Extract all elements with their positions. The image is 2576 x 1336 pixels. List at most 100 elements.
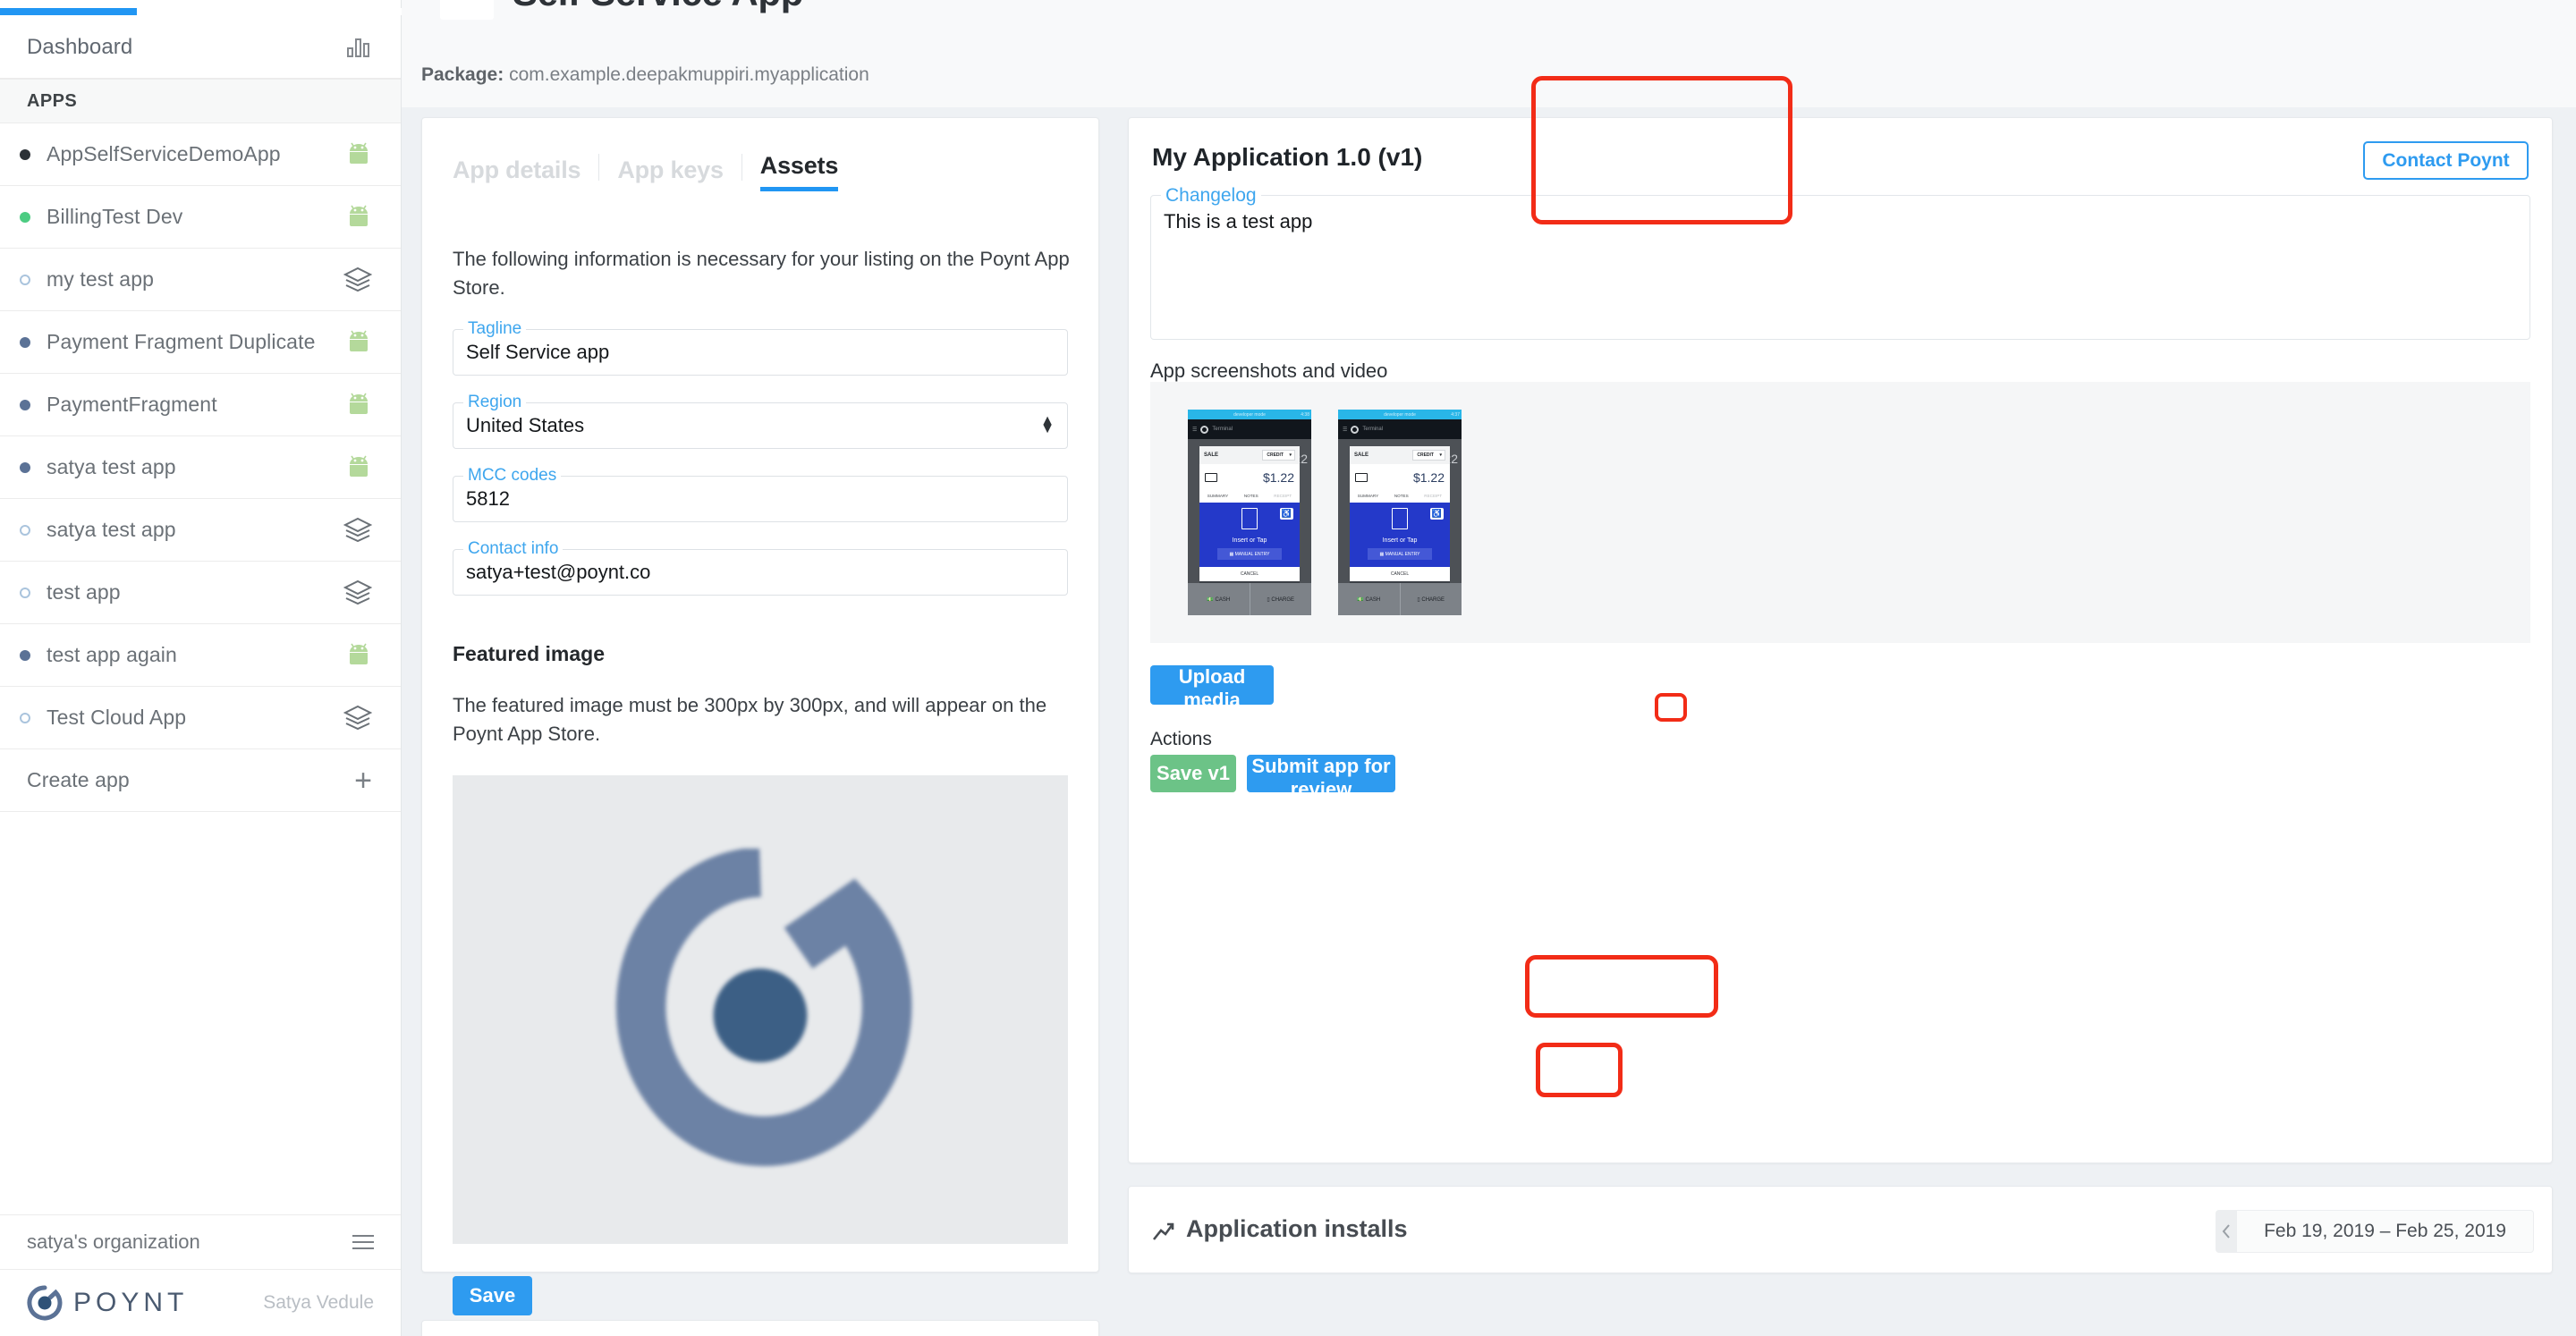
sidebar-app-label: my test app xyxy=(47,267,154,291)
phone-status-bar: developer mode 4:37 xyxy=(1338,410,1462,419)
app-screenshot-thumbnail[interactable]: developer mode 4:37 ☰ Terminal 22 SALE CREDIT ▾… xyxy=(1338,410,1462,615)
tab-divider xyxy=(598,154,600,181)
contact-info-field[interactable]: Contact info satya+test@poynt.co xyxy=(453,538,1068,596)
tagline-field[interactable]: Tagline Self Service app xyxy=(453,318,1068,376)
brand-footer: POYNT Satya Vedule xyxy=(0,1270,401,1336)
app-status-dot xyxy=(20,587,30,598)
android-icon xyxy=(345,643,372,668)
accessibility-icon[interactable]: ♿ xyxy=(1430,508,1444,520)
region-value: United States xyxy=(466,413,585,436)
featured-image-preview[interactable] xyxy=(453,774,1068,1244)
submit-app-for-review-button[interactable]: Submit app for review xyxy=(1247,755,1395,800)
application-installs-header: Application installs xyxy=(1152,1215,1408,1243)
card-outline-icon xyxy=(1392,508,1408,529)
save-button[interactable]: Save xyxy=(453,1275,532,1315)
layers-icon xyxy=(343,705,373,731)
sidebar-app-item[interactable]: BillingTest Dev xyxy=(0,186,401,249)
app-status-dot xyxy=(20,399,30,410)
phone-payment-sheet: SALE CREDIT ▾ $1.22 SUMMARY NOTES RECEIPT Inser… xyxy=(1199,446,1300,589)
phone-cancel: CANCEL xyxy=(1240,571,1259,577)
chevron-left-icon[interactable] xyxy=(2216,1210,2238,1253)
organization-name: satya's organization xyxy=(27,1230,200,1253)
tab-app-keys[interactable]: App keys xyxy=(617,156,724,191)
sidebar-app-list: AppSelfServiceDemoApp BillingTest Dev my t… xyxy=(0,123,401,749)
tab-app-details[interactable]: App details xyxy=(453,156,581,191)
changelog-field[interactable]: Changelog This is a test app xyxy=(1150,185,2530,340)
android-icon xyxy=(345,455,372,480)
sidebar-app-item[interactable]: test app xyxy=(0,562,401,624)
changelog-label: Changelog xyxy=(1161,185,1261,207)
actions-label: Actions xyxy=(1150,729,1212,749)
sidebar-app-item[interactable]: AppSelfServiceDemoApp xyxy=(0,123,401,186)
sidebar-app-label: test app again xyxy=(47,643,177,666)
contact-info-label: Contact info xyxy=(463,538,564,559)
sidebar-item-dashboard[interactable]: Dashboard xyxy=(0,16,401,79)
date-range-value[interactable]: Feb 19, 2019 – Feb 25, 2019 xyxy=(2237,1210,2534,1253)
layers-icon xyxy=(343,266,373,293)
sidebar-app-item[interactable]: my test app xyxy=(0,249,401,311)
sidebar-app-item[interactable]: satya test app xyxy=(0,436,401,499)
contact-poynt-button[interactable]: Contact Poynt xyxy=(2363,141,2529,180)
package-value: com.example.deepakmuppiri.myapplication xyxy=(509,64,869,85)
poynt-logo-image xyxy=(608,846,912,1171)
sidebar-app-label: PaymentFragment xyxy=(47,393,217,416)
page-progress-fill xyxy=(0,8,137,15)
sidebar-create-app-label: Create app xyxy=(27,768,130,791)
region-select[interactable]: United States ▲ ▼ xyxy=(453,402,1068,449)
phone-payment-sheet: SALE CREDIT ▾ $1.22 SUMMARY NOTES RECEIPT Inser… xyxy=(1350,446,1450,589)
sidebar-create-app[interactable]: Create app + xyxy=(0,749,401,812)
package-label: Package: xyxy=(421,64,504,85)
sidebar-app-item[interactable]: Payment Fragment Duplicate xyxy=(0,311,401,374)
phone-cancel: CANCEL xyxy=(1390,571,1410,577)
mcc-codes-field[interactable]: MCC codes 5812 xyxy=(453,465,1068,522)
assets-tabs: App details App keys Assets xyxy=(422,118,1098,191)
featured-image-heading: Featured image xyxy=(453,641,605,665)
phone-insert-panel: Insert or Tap ▦ MANUAL ENTRY ♿ xyxy=(1199,503,1300,567)
assets-intro-text: The following information is necessary f… xyxy=(453,248,1070,299)
upload-media-button[interactable]: Upload media xyxy=(1150,665,1274,711)
phone-sheet-header: SALE CREDIT ▾ xyxy=(1350,446,1450,464)
date-range-picker[interactable]: Feb 19, 2019 – Feb 25, 2019 xyxy=(2216,1210,2534,1253)
assets-card: App details App keys Assets The followin… xyxy=(421,117,1099,1315)
application-installs-card: Application installs Feb 19, 2019 – Feb … xyxy=(1128,1186,2553,1273)
sidebar-app-item[interactable]: test app again xyxy=(0,624,401,687)
phone-sheet-tabs: SUMMARY NOTES RECEIPT xyxy=(1207,494,1292,498)
accessibility-icon[interactable]: ♿ xyxy=(1280,508,1293,520)
phone-sheet-tabs: SUMMARY NOTES RECEIPT xyxy=(1357,494,1443,498)
layers-icon xyxy=(343,579,373,606)
card-outline-icon xyxy=(1241,508,1258,529)
app-status-dot xyxy=(20,274,30,285)
sidebar-app-item[interactable]: Test Cloud App xyxy=(0,687,401,749)
tab-assets[interactable]: Assets xyxy=(759,152,838,191)
save-v1-button[interactable]: Save v1 xyxy=(1150,755,1236,792)
phone-sheet-header: SALE CREDIT ▾ xyxy=(1199,446,1300,464)
sidebar-app-label: Test Cloud App xyxy=(47,706,187,729)
phone-status-bar: developer mode 4:38 xyxy=(1188,410,1311,419)
app-status-dot xyxy=(20,148,30,160)
sidebar-app-item[interactable]: PaymentFragment xyxy=(0,374,401,436)
sidebar-item-label: Dashboard xyxy=(27,34,133,59)
phone-app-bar: ☰ Terminal xyxy=(1188,419,1311,439)
sidebar-apps-header: APPS xyxy=(0,79,401,123)
app-icon-thumbnail xyxy=(440,0,494,20)
lower-card xyxy=(421,1320,1099,1336)
region-field[interactable]: Region United States ▲ ▼ xyxy=(453,392,1068,449)
phone-app-bar: ☰ Terminal xyxy=(1338,419,1462,439)
android-icon xyxy=(345,205,372,230)
bar-chart-icon xyxy=(347,38,372,57)
tagline-label: Tagline xyxy=(463,318,527,339)
sidebar-apps-header-label: APPS xyxy=(27,90,78,111)
tagline-input[interactable]: Self Service app xyxy=(453,328,1068,376)
organization-switcher[interactable]: satya's organization xyxy=(0,1214,401,1270)
sidebar-app-label: test app xyxy=(47,580,121,604)
layers-icon xyxy=(343,517,373,544)
sidebar-app-item[interactable]: satya test app xyxy=(0,499,401,562)
mcc-codes-label: MCC codes xyxy=(463,465,562,486)
phone-insert-panel: Insert or Tap ▦ MANUAL ENTRY ♿ xyxy=(1350,503,1450,567)
app-screenshot-thumbnail[interactable]: developer mode 4:38 ☰ Terminal 22 SALE CREDIT ▾… xyxy=(1188,410,1311,615)
app-status-dot xyxy=(20,649,30,661)
android-icon xyxy=(345,142,372,167)
hamburger-icon[interactable] xyxy=(352,1230,374,1254)
changelog-textarea[interactable]: This is a test app xyxy=(1150,195,2530,340)
app-status-dot xyxy=(20,211,30,223)
